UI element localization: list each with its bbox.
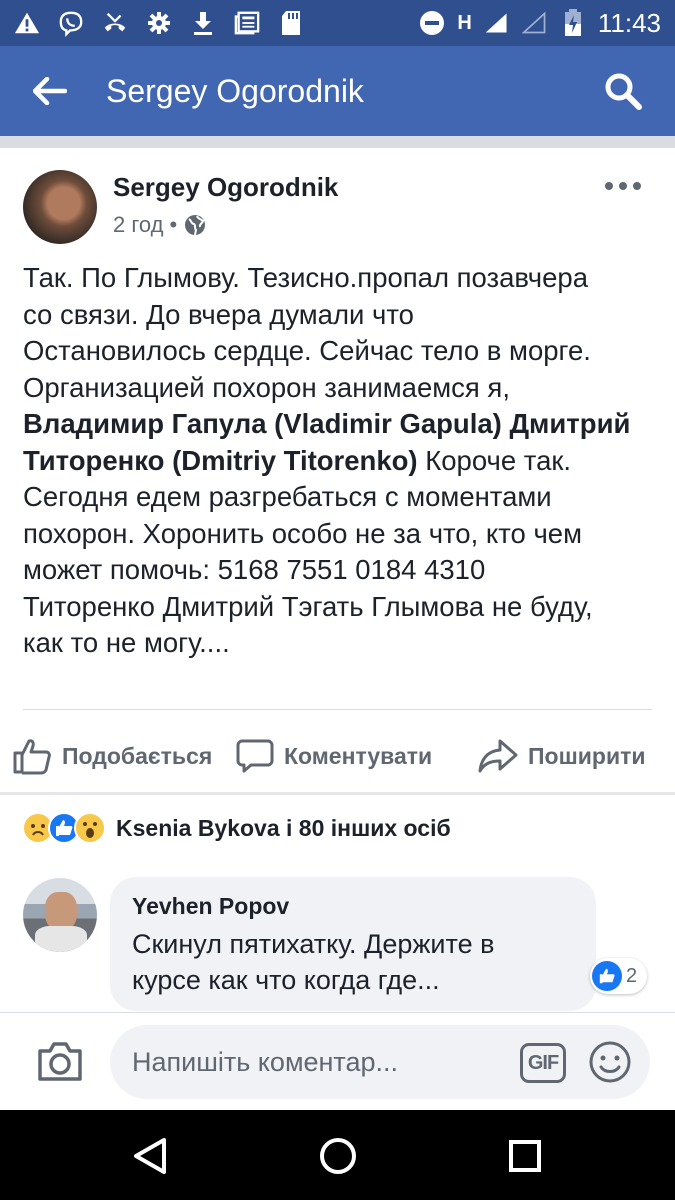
post-actions: Подобається Коментувати Поширити [0, 726, 675, 786]
post-line: Титоренко Дмитрий Тэгать Глымова не буду… [23, 590, 593, 622]
reactions-text: Ksenia Bykova і 80 інших осіб [116, 814, 451, 841]
tagged-user-link[interactable]: Владимир Гапула (Vladimir Gapula) [23, 408, 502, 439]
missed-call-icon [102, 10, 128, 36]
signal-empty-icon [521, 10, 548, 36]
post-header: Sergey Ogorodnik 2 год • [0, 148, 675, 258]
commenter-avatar[interactable] [23, 878, 97, 952]
post-body: Так. По Глымову. Тезисно.пропал позавчер… [0, 260, 675, 662]
post-line: со связи. До вчера думали что [23, 298, 414, 330]
circle-home-icon [320, 1138, 356, 1174]
search-icon [605, 73, 642, 110]
thumbs-up-icon [13, 739, 51, 775]
square-recents-icon [509, 1140, 541, 1172]
share-label: Поширити [528, 742, 646, 769]
nav-recent-apps-button[interactable] [505, 1136, 545, 1176]
arrow-left-icon [33, 77, 67, 105]
comment-text: Скинул пятихатку. Держите в курсе как чт… [132, 926, 574, 998]
back-button[interactable] [20, 61, 80, 121]
post-line: Остановилось сердце. Сейчас тело в морге… [23, 335, 591, 366]
post-line: Так. По Глымову. Тезисно.пропал позавчер… [23, 262, 589, 293]
meta-separator: • [169, 212, 178, 237]
viber-icon [58, 10, 84, 37]
comment-line: курсе как что когда где... [132, 965, 440, 995]
like-label: Подобається [62, 742, 213, 769]
share-icon [478, 739, 518, 773]
post-line: как то не могу.... [23, 627, 230, 658]
comment-label: Коментувати [284, 742, 433, 769]
battery-icon [560, 9, 586, 36]
app-title: Sergey Ogorodnik [106, 72, 364, 109]
share-button[interactable]: Поширити [478, 738, 645, 774]
clock: 11:43 [597, 7, 661, 38]
post-meta: 2 год • [113, 212, 207, 238]
feed-separator [0, 136, 675, 148]
post-line: Организацией похорон занимаемся я, [23, 371, 510, 403]
download-icon [190, 10, 216, 36]
post-line: Сегодня едем разгребаться с моментами [23, 481, 552, 512]
nav-home-button[interactable] [316, 1134, 360, 1178]
network-type: H [457, 11, 472, 34]
smiley-icon [589, 1041, 631, 1083]
section-divider [0, 792, 675, 795]
comment-author[interactable]: Yevhen Popov [132, 893, 574, 920]
post-line: может помочь: 5168 7551 0184 4310 [23, 554, 486, 585]
comment-line: Скинул пятихатку. Держите в [132, 929, 495, 959]
comment-bubble[interactable]: Yevhen Popov Скинул пятихатку. Держите в… [110, 877, 596, 1011]
signal-icon [484, 10, 510, 36]
reactions-summary[interactable]: Ksenia Bykova і 80 інших осіб [22, 812, 451, 844]
triangle-back-icon [134, 1138, 166, 1174]
comment-button[interactable]: Коментувати [236, 738, 432, 774]
wow-reaction-icon [74, 812, 106, 844]
nav-back-button[interactable] [128, 1134, 172, 1178]
post-author[interactable]: Sergey Ogorodnik [113, 172, 338, 203]
post-line: Владимир Гапула (Vladimir Gapula) Дмитри… [23, 406, 652, 479]
comment-input[interactable] [132, 1046, 502, 1078]
do-not-disturb-icon [419, 10, 445, 36]
avatar[interactable] [23, 170, 97, 244]
more-options-button[interactable] [605, 176, 641, 196]
post-text: Короче так. [417, 444, 572, 476]
gif-button[interactable]: GIF [520, 1043, 566, 1083]
news-icon [234, 10, 260, 36]
post-time[interactable]: 2 год [113, 212, 163, 238]
settings-icon [146, 10, 172, 36]
camera-icon [38, 1042, 82, 1081]
globe-icon [185, 215, 206, 236]
app-bar: Sergey Ogorodnik [0, 46, 675, 136]
comment-input-container: GIF [110, 1025, 650, 1099]
post-line: похорон. Хоронить особо не за что, кто ч… [23, 517, 582, 549]
warning-icon [14, 10, 40, 36]
status-bar: H 11:43 [0, 0, 675, 46]
camera-button[interactable] [36, 1039, 84, 1083]
like-button[interactable]: Подобається [12, 737, 212, 775]
comment-like-count: 2 [626, 964, 638, 987]
search-button[interactable] [593, 61, 653, 121]
sd-card-icon [278, 10, 304, 36]
comment-icon [236, 739, 274, 773]
comment-composer: GIF [0, 1012, 675, 1110]
emoji-button[interactable] [588, 1040, 632, 1084]
post: Sergey Ogorodnik 2 год • Так. По Глымову… [0, 148, 675, 662]
system-nav-bar [0, 1110, 675, 1200]
comment-reaction-badge[interactable]: 2 [590, 958, 648, 994]
divider [23, 709, 652, 710]
like-reaction-icon [592, 961, 622, 991]
